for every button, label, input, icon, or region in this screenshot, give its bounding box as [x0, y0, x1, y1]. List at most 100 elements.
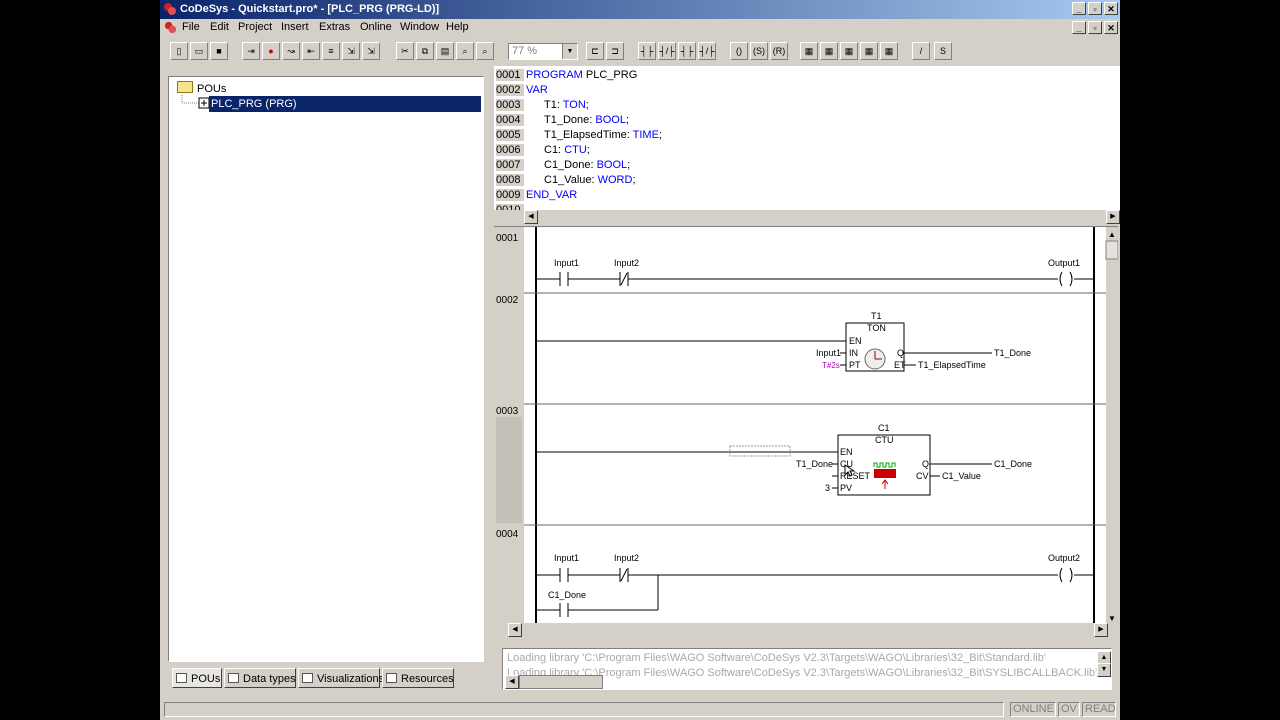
menu-project[interactable]: Project: [238, 21, 272, 33]
data-types-icon: [228, 673, 239, 683]
line-number: 0004: [496, 114, 524, 126]
child-close-button[interactable]: ✕: [1104, 21, 1118, 34]
reset-coil-icon[interactable]: (R): [770, 42, 788, 60]
declaration-line: T1: TON;: [544, 99, 589, 111]
login-icon[interactable]: ⇥: [242, 42, 260, 60]
insert-network-icon[interactable]: ⊏: [586, 42, 604, 60]
menu-extras[interactable]: Extras: [319, 21, 350, 33]
tree-root-pous[interactable]: POUs: [177, 81, 226, 95]
network-4[interactable]: Input1 Input2 C1_Done Output2: [536, 553, 1094, 617]
menu-window[interactable]: Window: [400, 21, 439, 33]
zoom-select[interactable]: 77 % ▼: [508, 43, 578, 60]
child-minimize-button[interactable]: _: [1072, 21, 1086, 34]
declaration-editor[interactable]: 0001 PROGRAM PLC_PRG 0002 VAR 0003 T1: TON; 00…: [494, 66, 1120, 211]
network-2[interactable]: T1 TON EN IN PT Q ET Input1 T#2s T1_Done…: [536, 311, 1031, 372]
find-icon[interactable]: ⌕: [456, 42, 474, 60]
ton-pt-pin: PT: [849, 360, 861, 370]
step-icon[interactable]: ⇤: [302, 42, 320, 60]
tab-resources[interactable]: Resources: [382, 668, 454, 688]
empty-input-placeholder[interactable]: [729, 445, 791, 457]
n4-contact-input2-label: Input2: [614, 553, 639, 563]
title-bar[interactable]: CoDeSys - Quickstart.pro* - [PLC_PRG (PR…: [160, 0, 1120, 19]
ladder-vscroll-thumb[interactable]: [1105, 240, 1118, 260]
scroll-left-icon[interactable]: ◀: [505, 675, 519, 689]
close-button[interactable]: ✕: [1104, 2, 1118, 15]
variable-type: BOOL: [595, 114, 626, 126]
step-in-icon[interactable]: ⇲: [362, 42, 380, 60]
return-icon[interactable]: ▦: [860, 42, 878, 60]
scroll-left-icon[interactable]: ◀: [508, 623, 522, 637]
ladder-hscrollbar[interactable]: ◀ ▶: [494, 623, 1120, 637]
paste-icon[interactable]: ▤: [436, 42, 454, 60]
contact-icon[interactable]: ┤├: [638, 42, 656, 60]
set-coil-icon[interactable]: (S): [750, 42, 768, 60]
menu-file[interactable]: File: [182, 21, 200, 33]
codesys-window: CoDeSys - Quickstart.pro* - [PLC_PRG (PR…: [160, 0, 1120, 720]
ctu-pv-pin: PV: [840, 483, 852, 493]
ton-en-pin: EN: [849, 336, 862, 346]
scroll-down-icon[interactable]: ▼: [1108, 614, 1116, 623]
variable-type: TON: [562, 99, 586, 111]
menu-edit[interactable]: Edit: [210, 21, 229, 33]
negate-icon[interactable]: /: [912, 42, 930, 60]
scroll-left-icon[interactable]: ◀: [524, 210, 538, 224]
set-reset-icon[interactable]: S: [934, 42, 952, 60]
scroll-right-icon[interactable]: ▶: [1094, 623, 1108, 637]
menu-insert[interactable]: Insert: [281, 21, 309, 33]
open-file-icon[interactable]: ▭: [190, 42, 208, 60]
ton-q-var: T1_Done: [994, 348, 1031, 358]
box-icon[interactable]: ▦: [820, 42, 838, 60]
ladder-editor[interactable]: 0001 0002 0003 0004 Input1 Input2 Output…: [494, 226, 1118, 625]
n4-coil-output2-label: Output2: [1048, 553, 1080, 563]
step-over-icon[interactable]: ⇲: [342, 42, 360, 60]
ton-in-pin: IN: [849, 348, 858, 358]
parallel-negated-contact-icon[interactable]: ┤/├: [698, 42, 716, 60]
line-number: 0009: [496, 189, 524, 201]
run-icon[interactable]: ↝: [282, 42, 300, 60]
tree-item-plc-prg[interactable]: PLC_PRG (PRG): [209, 96, 481, 112]
minimize-button[interactable]: _: [1072, 2, 1086, 15]
chevron-down-icon[interactable]: ▼: [562, 44, 577, 59]
scroll-down-icon[interactable]: ▼: [1097, 663, 1111, 677]
status-main-panel: [164, 702, 1004, 717]
line-number: 0002: [496, 84, 524, 96]
restore-button[interactable]: ▫: [1088, 2, 1102, 15]
child-restore-button[interactable]: ▫: [1088, 21, 1102, 34]
message-window[interactable]: Loading library 'C:\Program Files\WAGO S…: [502, 648, 1112, 690]
declaration-line: C1_Value: WORD;: [544, 174, 636, 186]
new-file-icon[interactable]: ▯: [170, 42, 188, 60]
scroll-right-icon[interactable]: ▶: [1106, 210, 1120, 224]
n4-contact-input1-label: Input1: [554, 553, 579, 563]
declaration-hscrollbar[interactable]: ◀ ▶: [494, 210, 1120, 224]
declaration-line: END_VAR: [526, 189, 577, 201]
keyword: VAR: [526, 84, 548, 96]
pous-icon: [176, 673, 187, 683]
declaration-line: C1: CTU;: [544, 144, 590, 156]
comment-icon[interactable]: ▦: [880, 42, 898, 60]
menu-online[interactable]: Online: [360, 21, 392, 33]
jump-icon[interactable]: ▦: [840, 42, 858, 60]
tab-data-types[interactable]: Data types: [224, 668, 296, 688]
network-1[interactable]: Input1 Input2 Output1: [536, 258, 1094, 287]
ton-instance-label: T1: [871, 311, 882, 321]
ladder-vscrollbar[interactable]: [1106, 227, 1118, 625]
menu-help[interactable]: Help: [446, 21, 469, 33]
save-icon[interactable]: ■: [210, 42, 228, 60]
ctu-cu-var: T1_Done: [796, 459, 833, 469]
tree-root-label: POUs: [197, 83, 227, 95]
replace-icon[interactable]: ⌕: [476, 42, 494, 60]
negated-contact-icon[interactable]: ┤/├: [658, 42, 676, 60]
copy-icon[interactable]: ⧉: [416, 42, 434, 60]
cut-icon[interactable]: ✂: [396, 42, 414, 60]
message-hscroll-thumb[interactable]: [519, 675, 603, 689]
function-block-icon[interactable]: ▦: [800, 42, 818, 60]
breakpoint-icon[interactable]: ≡: [322, 42, 340, 60]
scroll-up-icon[interactable]: ▲: [1108, 230, 1116, 239]
tab-visualizations[interactable]: Visualizations: [298, 668, 384, 688]
network-3[interactable]: C1 CTU EN CU RESET PV Q CV T1_Done 3 C1_…: [536, 423, 1032, 496]
stop-icon[interactable]: ●: [262, 42, 280, 60]
coil-icon[interactable]: (): [730, 42, 748, 60]
insert-network-after-icon[interactable]: ⊐: [606, 42, 624, 60]
parallel-contact-icon[interactable]: ┤├: [678, 42, 696, 60]
tab-pous[interactable]: POUs: [172, 668, 222, 688]
